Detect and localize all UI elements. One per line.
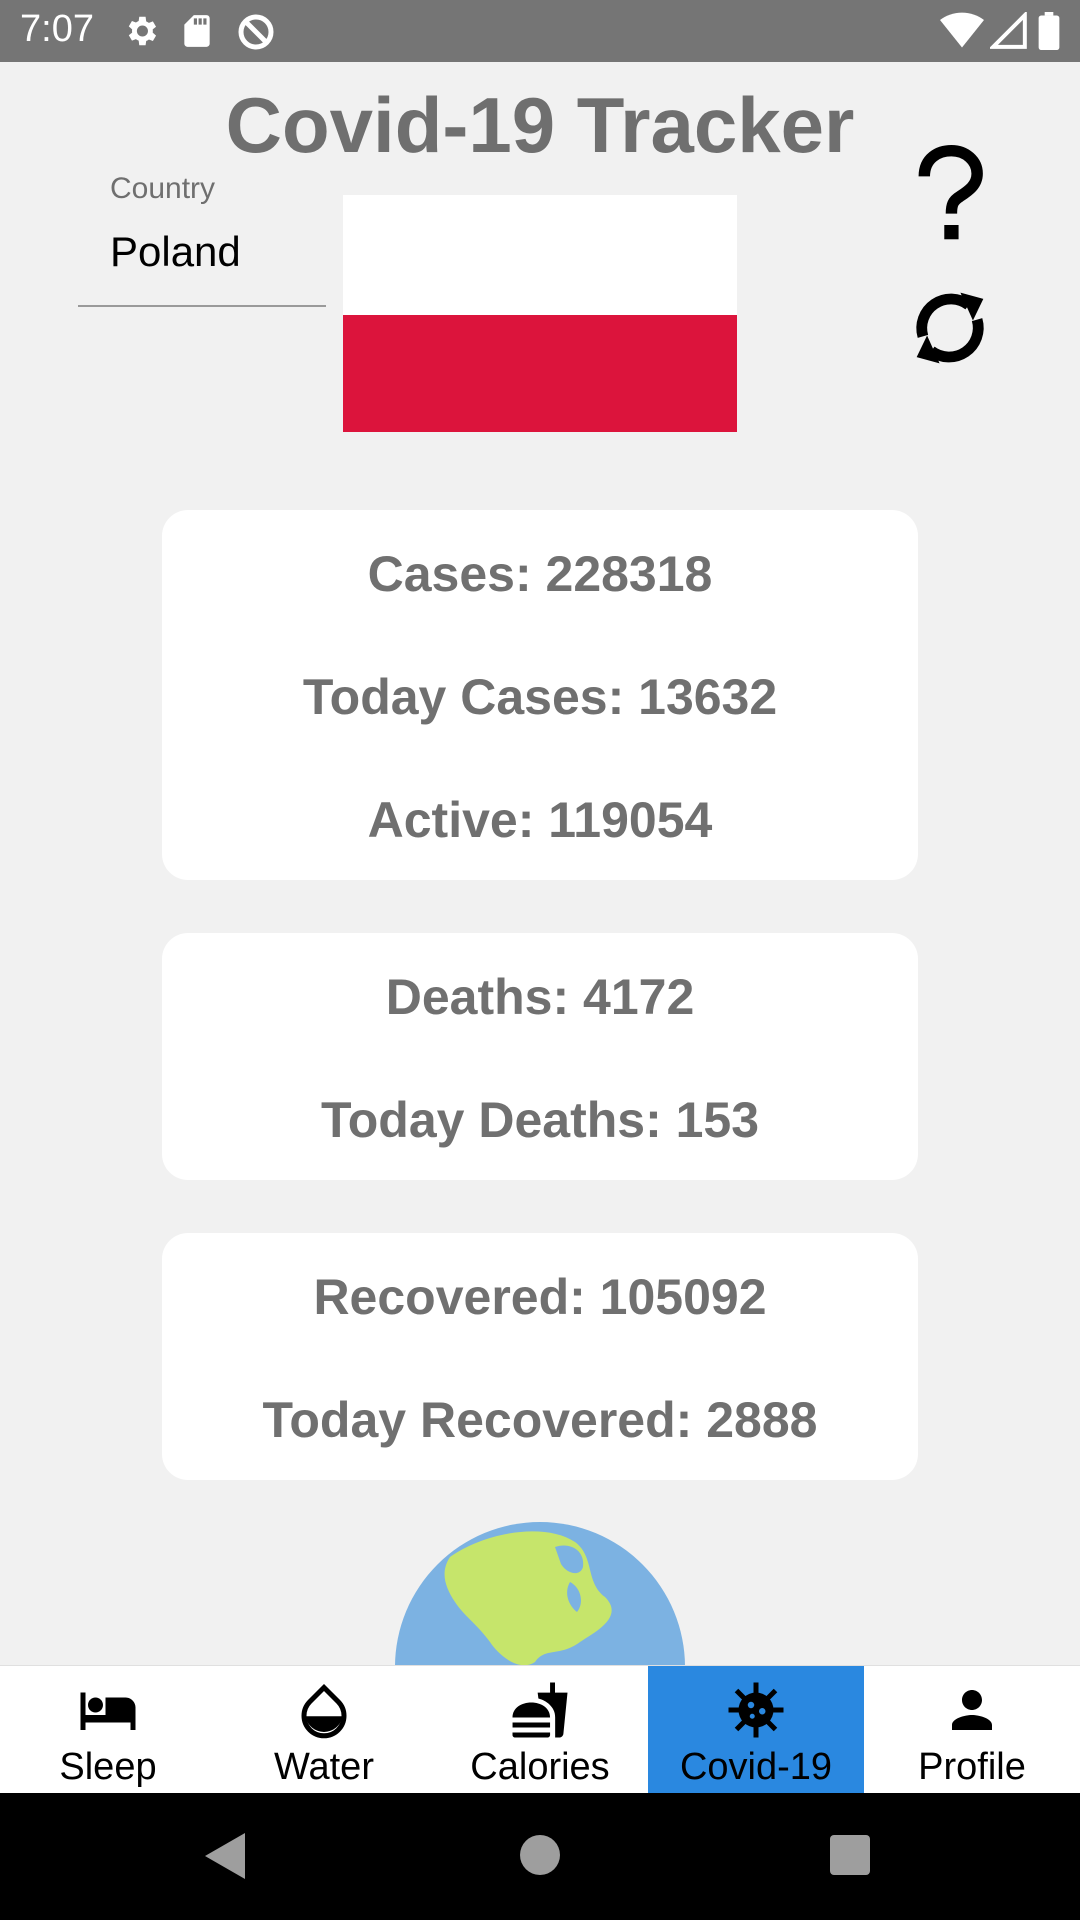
home-icon[interactable]	[520, 1835, 560, 1875]
today-recovered-text: Today Recovered: 2888	[262, 1392, 818, 1448]
nav-calories-label: Calories	[470, 1746, 610, 1788]
nav-water-label: Water	[274, 1746, 374, 1788]
country-underline	[78, 305, 326, 307]
data-saver-icon	[238, 14, 274, 50]
today-deaths-text: Today Deaths: 153	[320, 1092, 760, 1148]
refresh-icon[interactable]	[900, 278, 1000, 378]
person-icon	[952, 1690, 992, 1730]
battery-icon	[1038, 12, 1060, 50]
country-input[interactable]: Poland	[110, 228, 241, 276]
bottom-nav: Sleep Water Calories Covid-19 Profile	[0, 1665, 1080, 1794]
settings-icon	[128, 16, 157, 46]
fastfood-icon	[512, 1682, 568, 1738]
water-drop-icon	[301, 1683, 347, 1739]
nav-water[interactable]: Water	[216, 1666, 432, 1794]
system-nav-bar	[0, 1793, 1080, 1920]
cases-text: Cases: 228318	[367, 546, 713, 602]
today-cases-text: Today Cases: 13632	[302, 669, 778, 725]
nav-covid-label: Covid-19	[679, 1746, 833, 1788]
status-bar: 7:07	[0, 0, 1080, 62]
status-time: 7:07	[20, 8, 94, 50]
country-flag	[343, 195, 737, 432]
recovered-card: Recovered: 105092 Today Recovered: 2888	[162, 1233, 918, 1480]
flag-white-stripe	[343, 195, 737, 315]
back-icon[interactable]	[205, 1833, 245, 1879]
country-label: Country	[110, 172, 216, 205]
recents-icon[interactable]	[830, 1835, 870, 1875]
cases-card: Cases: 228318 Today Cases: 13632 Active:…	[162, 510, 918, 880]
recovered-text: Recovered: 105092	[313, 1269, 767, 1325]
nav-calories[interactable]: Calories	[432, 1666, 648, 1794]
flag-red-stripe	[343, 315, 737, 432]
nav-covid[interactable]: Covid-19	[648, 1666, 864, 1794]
nav-profile-label: Profile	[918, 1746, 1026, 1788]
nav-sleep-label: Sleep	[59, 1746, 157, 1788]
nav-sleep[interactable]: Sleep	[0, 1666, 216, 1794]
active-text: Active: 119054	[367, 792, 713, 848]
bed-icon	[80, 1692, 136, 1730]
deaths-card: Deaths: 4172 Today Deaths: 153	[162, 933, 918, 1180]
globe-icon	[395, 1522, 685, 1665]
deaths-text: Deaths: 4172	[385, 969, 695, 1025]
help-icon[interactable]	[905, 145, 995, 245]
wifi-icon	[940, 12, 984, 48]
sd-card-icon	[184, 15, 210, 47]
signal-icon	[990, 12, 1027, 49]
virus-icon	[728, 1682, 784, 1738]
nav-profile[interactable]: Profile	[864, 1666, 1080, 1794]
